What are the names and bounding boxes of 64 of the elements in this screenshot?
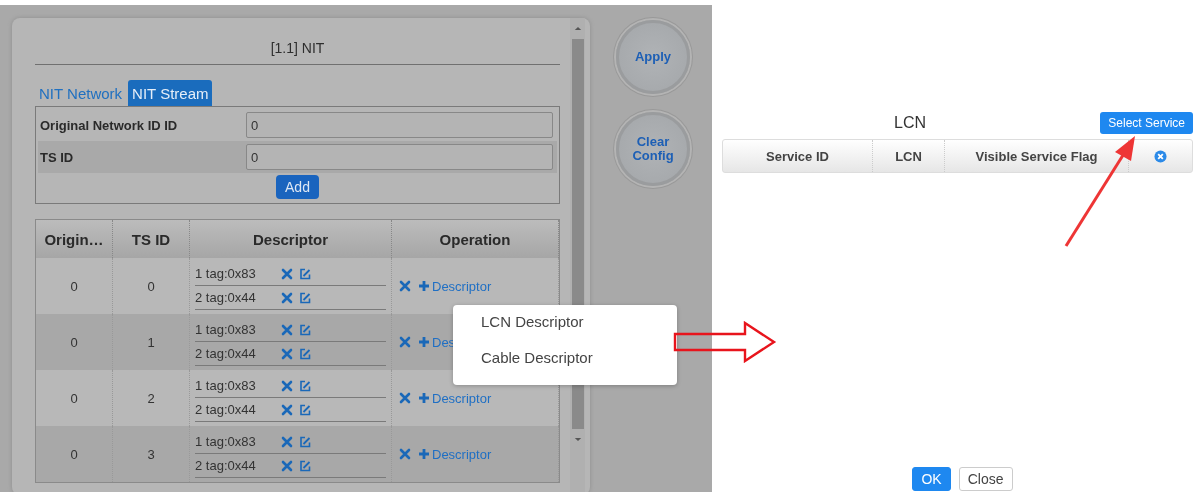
delete-icon[interactable] — [281, 435, 293, 448]
delete-icon[interactable] — [399, 280, 411, 292]
delete-icon[interactable] — [281, 459, 293, 472]
table-cell: 3 — [147, 446, 155, 462]
descriptor-text: 1 tag:0x83 — [195, 322, 257, 337]
delete-icon[interactable] — [281, 347, 293, 360]
panel-title: [1.1] NIT — [35, 18, 560, 65]
add-descriptor-link[interactable]: Descriptor — [418, 446, 492, 462]
dialog-button[interactable]: Close — [958, 467, 1013, 491]
descriptor-text: 1 tag:0x83 — [195, 378, 257, 393]
plus-icon — [418, 336, 430, 348]
edit-icon[interactable] — [299, 323, 311, 336]
table-cell: 0 — [70, 278, 78, 294]
table-cell: 2 — [147, 390, 155, 406]
edit-icon[interactable] — [299, 459, 311, 472]
add-descriptor-link[interactable]: Descriptor — [418, 390, 492, 406]
delete-icon[interactable] — [281, 267, 293, 280]
add-button[interactable]: Add — [276, 175, 319, 199]
select-service-button[interactable]: Select Service — [1100, 112, 1193, 134]
descriptor-text: 2 tag:0x44 — [195, 290, 257, 305]
column-header: Service ID — [723, 140, 873, 172]
descriptor-text: 1 tag:0x83 — [195, 266, 257, 281]
table-cell: 0 — [70, 446, 78, 462]
delete-icon[interactable] — [281, 323, 293, 336]
delete-icon[interactable] — [399, 336, 411, 348]
round-button[interactable]: Clear Config — [616, 112, 690, 186]
table-cell: 1 — [147, 334, 155, 350]
edit-icon[interactable] — [299, 347, 311, 360]
edit-icon[interactable] — [299, 267, 311, 280]
scroll-up-icon[interactable] — [573, 26, 582, 31]
edit-icon[interactable] — [299, 403, 311, 416]
delete-icon[interactable] — [281, 291, 293, 304]
remove-icon[interactable] — [1154, 149, 1167, 163]
tab[interactable]: NIT Network — [35, 80, 127, 106]
dialog-title: LCN — [894, 114, 926, 132]
scroll-down-icon[interactable] — [573, 437, 582, 442]
delete-icon[interactable] — [399, 392, 411, 404]
edit-icon[interactable] — [299, 379, 311, 392]
menu-item[interactable]: LCN Descriptor — [453, 309, 677, 345]
delete-icon[interactable] — [281, 379, 293, 392]
delete-icon[interactable] — [281, 403, 293, 416]
edit-icon[interactable] — [299, 435, 311, 448]
descriptor-text: 1 tag:0x83 — [195, 434, 257, 449]
descriptor-text: 2 tag:0x44 — [195, 458, 257, 473]
table-cell: 0 — [70, 390, 78, 406]
descriptor-text: 2 tag:0x44 — [195, 402, 257, 417]
table-cell: 0 — [147, 278, 155, 294]
field-label: TS ID — [39, 149, 75, 165]
menu-item[interactable]: Cable Descriptor — [453, 345, 677, 381]
plus-icon — [418, 392, 430, 404]
plus-icon — [418, 280, 430, 292]
plus-icon — [418, 448, 430, 460]
add-descriptor-link[interactable]: Descriptor — [418, 278, 492, 294]
descriptor-text: 2 tag:0x44 — [195, 346, 257, 361]
round-button[interactable]: Apply — [616, 20, 690, 94]
input-field[interactable]: 0 — [246, 144, 553, 170]
field-label: Original Network ID ID — [39, 117, 179, 133]
column-header: LCN — [873, 140, 945, 172]
tab[interactable]: NIT Stream — [128, 80, 213, 106]
input-field[interactable]: 0 — [246, 112, 553, 138]
table-cell: 0 — [70, 334, 78, 350]
edit-icon[interactable] — [299, 291, 311, 304]
dialog-button[interactable]: OK — [912, 467, 951, 491]
delete-icon[interactable] — [399, 448, 411, 460]
